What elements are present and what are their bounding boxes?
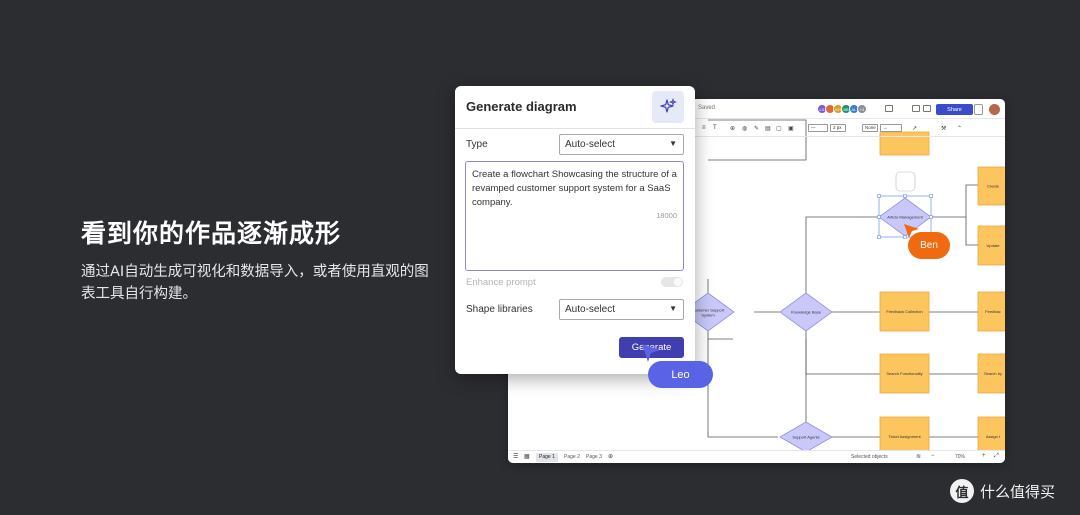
image-icon[interactable]: ▣: [788, 125, 794, 132]
resize-handle[interactable]: [903, 194, 907, 198]
page-tab-2[interactable]: Page 2: [561, 453, 583, 462]
ben-cursor-label: Ben: [908, 232, 950, 259]
process-node-label: Feedback Collection: [886, 309, 922, 314]
saved-status: Saved: [698, 105, 716, 111]
shape-libraries-value: Auto-select: [565, 304, 616, 315]
diamond-node-label: Knowledge Base: [791, 310, 822, 315]
char-counter: 18000: [656, 211, 677, 220]
user-avatar[interactable]: [989, 104, 1000, 115]
resize-handle[interactable]: [929, 194, 933, 198]
resize-handle[interactable]: [877, 235, 881, 239]
selected-objects-button[interactable]: Selected objects: [848, 453, 891, 462]
text-color-icon[interactable]: ▤: [765, 125, 771, 132]
insert-icon[interactable]: ⊕: [730, 125, 735, 132]
chevron-down-icon: ▼: [669, 304, 677, 313]
collaborator-avatars[interactable]: LS KH BB AL +3: [817, 104, 867, 114]
dialog-divider: [455, 128, 695, 129]
shape-options-button[interactable]: [895, 171, 916, 192]
list-view-icon[interactable]: ☰: [513, 453, 518, 460]
sparkle-button[interactable]: [652, 91, 684, 123]
prompt-text: Create a flowchart Showcasing the struct…: [472, 169, 677, 208]
fit-screen-icon[interactable]: ⤢: [994, 453, 999, 460]
enhance-prompt-toggle[interactable]: [661, 277, 683, 287]
share-options-button[interactable]: [974, 104, 983, 115]
collaborator-avatar[interactable]: +3: [857, 104, 867, 114]
generate-diagram-dialog: Generate diagram Type Auto-select ▼ Crea…: [455, 86, 695, 374]
grid-view-icon[interactable]: ▦: [524, 453, 530, 460]
tools-icon[interactable]: ⚒: [941, 125, 946, 132]
layers-icon[interactable]: ≋: [916, 453, 921, 460]
process-node-label: Search by: [984, 371, 1002, 376]
diamond-node-label: Support Agents: [792, 435, 819, 440]
share-button[interactable]: Share: [936, 104, 973, 115]
line-color-icon[interactable]: ✎: [754, 125, 759, 132]
text-tool[interactable]: T: [713, 125, 717, 131]
align-icon[interactable]: ≡: [702, 125, 706, 131]
resize-handle[interactable]: [877, 194, 881, 198]
present-icon[interactable]: [912, 105, 920, 112]
arrow-start-select[interactable]: None: [862, 124, 878, 132]
fill-icon[interactable]: ◍: [742, 125, 747, 132]
diamond-node-label: Article Management: [887, 215, 923, 220]
sparkle-icon: [660, 98, 677, 113]
prompt-textarea[interactable]: Create a flowchart Showcasing the struct…: [465, 161, 684, 271]
process-node-label: Search Functionality: [886, 371, 922, 376]
resize-handle[interactable]: [929, 215, 933, 219]
page-tab-3[interactable]: Page 3: [583, 453, 605, 462]
zoom-out-icon[interactable]: −: [931, 453, 935, 459]
line-style-select[interactable]: —: [808, 124, 828, 132]
shape-libraries-label: Shape libraries: [466, 304, 533, 315]
waypoint-icon[interactable]: ↗: [912, 125, 917, 132]
type-select[interactable]: Auto-select ▼: [559, 134, 684, 155]
process-node-label: Ticket Assignment: [888, 434, 921, 439]
process-node-label: Assign t: [986, 434, 1001, 439]
shape-libraries-select[interactable]: Auto-select ▼: [559, 299, 684, 320]
collapse-toolbar-icon[interactable]: ⌃: [957, 125, 962, 132]
watermark: 值 什么值得买: [950, 479, 1055, 503]
resize-handle[interactable]: [877, 215, 881, 219]
line-width-select[interactable]: 2 px: [830, 124, 846, 132]
type-select-value: Auto-select: [565, 139, 616, 150]
zoom-in-icon[interactable]: +: [982, 453, 986, 459]
comment-icon[interactable]: [885, 105, 893, 112]
page-bar: ☰ ▦ Page 1 Page 2 Page 3 ⊕ Selected obje…: [508, 450, 1005, 463]
shadow-icon[interactable]: ▢: [776, 125, 782, 132]
process-node-label: Update: [987, 243, 1001, 248]
video-icon[interactable]: [923, 105, 931, 112]
chevron-down-icon: ▼: [669, 139, 677, 148]
dialog-title: Generate diagram: [466, 99, 577, 114]
process-node-label: Create: [987, 184, 1000, 189]
enhance-prompt-label: Enhance prompt: [466, 277, 536, 288]
leo-cursor-label: Leo: [648, 361, 713, 388]
arrow-end-select[interactable]: →: [880, 124, 902, 132]
watermark-logo: 值: [950, 479, 974, 503]
zoom-level[interactable]: 70%: [952, 453, 968, 462]
headline: 看到你的作品逐渐成形: [81, 219, 342, 248]
watermark-text: 什么值得买: [980, 482, 1056, 501]
page-tab-1[interactable]: Page 1: [536, 453, 558, 462]
process-node-label: Feedbac: [985, 309, 1001, 314]
add-page-icon[interactable]: ⊕: [608, 453, 613, 460]
type-label: Type: [466, 139, 488, 150]
subcopy: 通过AI自动生成可视化和数据导入，或者使用直观的图表工具自行构建。: [81, 264, 429, 302]
